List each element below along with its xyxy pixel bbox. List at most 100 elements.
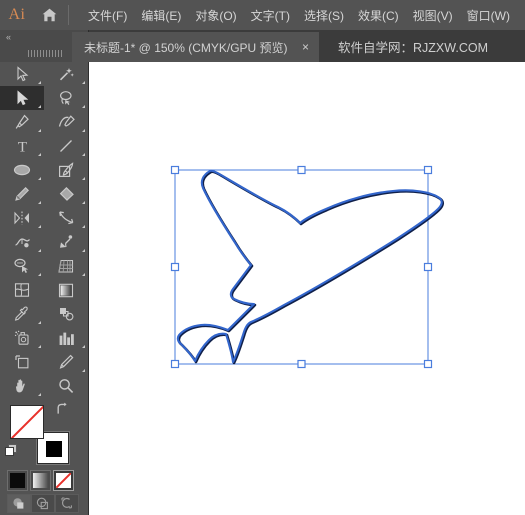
eraser-tool[interactable] [44, 182, 88, 206]
flyout-indicator-icon [82, 153, 85, 156]
flyout-indicator-icon [82, 249, 85, 252]
flyout-indicator-icon [38, 201, 41, 204]
handle-bottom-right[interactable] [423, 359, 433, 369]
fill-swatch[interactable] [10, 405, 44, 439]
menu-item-list: 文件(F) 编辑(E) 对象(O) 文字(T) 选择(S) 效果(C) 视图(V… [81, 0, 517, 30]
handle-top-center[interactable] [297, 165, 306, 175]
tools-grid: T [0, 62, 88, 398]
handle-middle-left[interactable] [170, 262, 180, 272]
gradient-mode-swatch [33, 473, 48, 488]
artboard-tool[interactable] [0, 350, 44, 374]
menu-item-view[interactable]: 视图(V) [406, 4, 460, 27]
menu-item-edit[interactable]: 编辑(E) [134, 4, 188, 27]
shape-builder-tool[interactable] [0, 254, 44, 278]
menu-item-window[interactable]: 窗口(W) [460, 4, 517, 27]
paintbrush-tool[interactable] [44, 158, 88, 182]
menu-item-select[interactable]: 选择(S) [297, 4, 351, 27]
home-icon[interactable] [34, 0, 64, 30]
zoom-tool[interactable] [44, 374, 88, 398]
gradient-mode-button[interactable] [30, 470, 51, 491]
flyout-indicator-icon [38, 177, 41, 180]
type-tool[interactable]: T [0, 134, 44, 158]
document-tab-bar: « 未标题-1* @ 150% (CMYK/GPU 预览) × 软件自学网：RJ… [0, 30, 525, 62]
pencil-tool[interactable] [0, 182, 44, 206]
handle-middle-right[interactable] [423, 262, 433, 272]
symbol-sprayer-tool[interactable] [0, 326, 44, 350]
width-tool[interactable] [0, 230, 44, 254]
perspective-grid-tool[interactable] [44, 254, 88, 278]
draw-behind-mode-button[interactable] [31, 494, 55, 513]
toolbar-drag-grip[interactable] [28, 50, 62, 57]
artboard-canvas[interactable] [89, 62, 525, 515]
document-tab[interactable]: 未标题-1* @ 150% (CMYK/GPU 预览) × [72, 32, 319, 62]
none-mode-button[interactable] [53, 470, 74, 491]
rotate-tool[interactable] [0, 206, 44, 230]
handle-top-left[interactable] [170, 165, 180, 175]
scale-tool[interactable] [44, 206, 88, 230]
magic-wand-tool[interactable] [44, 62, 88, 86]
flyout-indicator-icon [82, 177, 85, 180]
default-fill-stroke-icon[interactable] [5, 444, 18, 457]
flyout-indicator-icon [82, 345, 85, 348]
mesh-tool[interactable] [0, 278, 44, 302]
draw-normal-mode-button[interactable] [7, 494, 31, 513]
draw-inside-mode-button[interactable] [55, 494, 79, 513]
pen-tool[interactable] [0, 110, 44, 134]
flyout-indicator-icon [82, 201, 85, 204]
column-graph-tool[interactable] [44, 326, 88, 350]
flyout-indicator-icon [38, 393, 41, 396]
flyout-indicator-icon [82, 81, 85, 84]
lasso-tool[interactable] [44, 86, 88, 110]
flyout-indicator-icon [82, 273, 85, 276]
flyout-indicator-icon [38, 225, 41, 228]
menu-item-effect[interactable]: 效果(C) [351, 4, 406, 27]
flyout-indicator-icon [38, 81, 41, 84]
flyout-indicator-icon [82, 369, 85, 372]
document-tab-title: 未标题-1* @ 150% (CMYK/GPU 预览) [84, 40, 288, 55]
app-logo-icon: Ai [8, 6, 26, 23]
ellipse-tool[interactable] [0, 158, 44, 182]
color-mode-button[interactable] [7, 470, 28, 491]
flyout-indicator-icon [38, 249, 41, 252]
flyout-indicator-icon [82, 129, 85, 132]
handle-top-right[interactable] [423, 165, 433, 175]
tools-panel: T [0, 62, 89, 515]
handle-bottom-left[interactable] [170, 359, 180, 369]
flyout-indicator-icon [38, 345, 41, 348]
color-controls [0, 400, 88, 515]
selection-bounding-box [174, 169, 429, 365]
collapse-chevrons-icon[interactable]: « [6, 32, 11, 42]
watermark-text: 软件自学网：RJZXW.COM [338, 40, 488, 55]
curvature-tool[interactable] [44, 110, 88, 134]
slice-tool[interactable] [44, 350, 88, 374]
hand-tool[interactable] [0, 374, 44, 398]
illustrator-window: Ai 文件(F) 编辑(E) 对象(O) 文字(T) 选择(S) 效果(C) 视… [0, 0, 525, 515]
flyout-indicator-icon [38, 129, 41, 132]
flyout-indicator-icon [82, 105, 85, 108]
flyout-indicator-icon [38, 273, 41, 276]
menu-bar: Ai 文件(F) 编辑(E) 对象(O) 文字(T) 选择(S) 效果(C) 视… [0, 0, 525, 30]
fill-none-slash-icon [11, 406, 43, 438]
menu-item-type[interactable]: 文字(T) [244, 4, 297, 27]
line-segment-tool[interactable] [44, 134, 88, 158]
svg-text:T: T [17, 140, 26, 155]
draw-mode-group [7, 494, 79, 513]
gradient-tool[interactable] [44, 278, 88, 302]
flyout-indicator-icon [38, 321, 41, 324]
close-icon[interactable]: × [299, 38, 313, 56]
blend-tool[interactable] [44, 302, 88, 326]
menu-divider [68, 5, 69, 25]
flyout-indicator-icon [82, 225, 85, 228]
none-mode-swatch [56, 473, 71, 488]
paint-mode-group [7, 470, 74, 491]
eyedropper-tool[interactable] [0, 302, 44, 326]
swap-fill-stroke-icon[interactable] [55, 402, 69, 416]
selection-tool[interactable] [0, 62, 44, 86]
direct-selection-tool[interactable] [0, 86, 44, 110]
handle-bottom-center[interactable] [297, 359, 306, 369]
flyout-indicator-icon [38, 105, 41, 108]
menu-item-file[interactable]: 文件(F) [81, 4, 134, 27]
menu-item-object[interactable]: 对象(O) [188, 4, 243, 27]
free-transform-tool[interactable] [44, 230, 88, 254]
paper-airplane-path[interactable] [176, 169, 443, 364]
